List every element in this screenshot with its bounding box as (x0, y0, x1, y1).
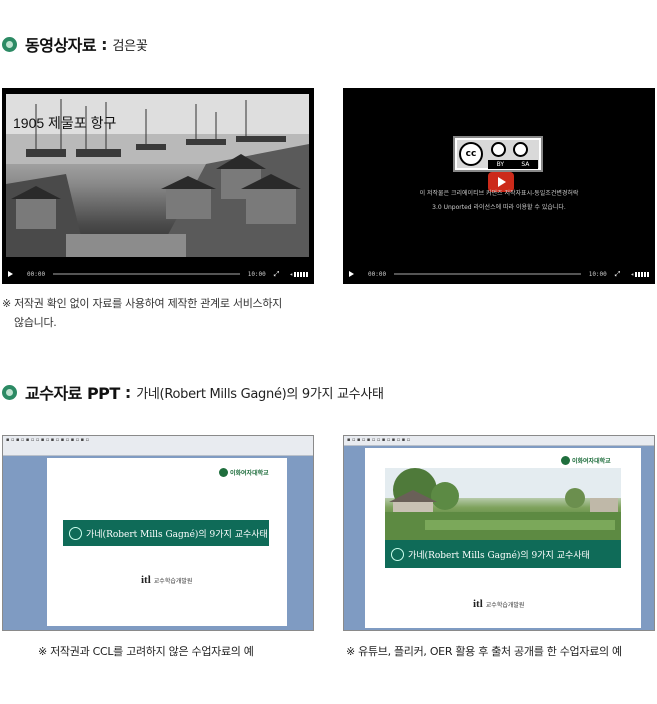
video-player-historic[interactable]: 1905 제물포 항구 00:00 10:00 ⤢ ◂ (2, 88, 314, 284)
slide-canvas: 이화여자대학교 가네(Robert Mills Gagné)의 9가지 교수사태… (47, 458, 287, 626)
ewha-emblem-icon (219, 468, 228, 477)
harbor-photo: 1905 제물포 항구 (6, 94, 309, 257)
note-line-1: ※ 저작권 확인 없이 자료를 사용하여 제작한 관계로 서비스하지 (2, 297, 282, 310)
garden-illustration (385, 468, 621, 540)
section-colon: : (101, 34, 108, 54)
emblem-icon (69, 526, 82, 540)
section-subtitle: 검은꽃 (112, 38, 148, 54)
note-line-2: 않습니다. (14, 316, 57, 329)
itl-mark: itl (141, 574, 151, 586)
license-text-line1: 이 저작물은 크리에이티브 커먼즈 저작자표시-동일조건변경허락 (419, 190, 579, 197)
video-controls: 00:00 10:00 ⤢ ◂ (2, 264, 314, 284)
cc-by-sa-label: BY SA (488, 160, 538, 169)
ewha-logo-text: 이화여자대학교 (572, 458, 611, 465)
video-caption: 1905 제물포 항구 (13, 115, 117, 131)
fullscreen-icon[interactable]: ⤢ (615, 270, 621, 279)
cc-license-badge: cc BY SA (453, 136, 543, 172)
ewha-logo: 이화여자대학교 (561, 456, 611, 465)
time-total: 10:00 (588, 270, 607, 278)
itl-name: 교수학습개발원 (485, 601, 525, 609)
progress-track[interactable] (394, 273, 581, 275)
play-icon[interactable] (349, 271, 354, 277)
slide-canvas: 이화여자대학교 가네(Robert Mills Gagné)의 9가지 교수사태… (365, 448, 641, 628)
caption-left: ※ 저작권과 CCL를 고려하지 않은 수업자료의 예 (38, 645, 254, 658)
video-player-cc[interactable]: cc BY SA 이 저작물은 크리에이티브 커먼즈 저작자표시-동일조건변경허… (343, 88, 655, 284)
time-total: 10:00 (247, 270, 266, 278)
section-title-video: 동영상자료 : 검은꽃 (2, 32, 148, 56)
progress-track[interactable] (53, 273, 240, 275)
play-icon[interactable] (8, 271, 13, 277)
itl-logo: itl 교수학습개발원 (473, 598, 524, 610)
ppt-screenshot-left: ▪ ▫ ▪ ▫ ▪ ▫ ▫ ▪ ▫ ▪ ▫ ▪ ▫ ▪ ▫ ▪ ▫ 이화여자대학… (2, 435, 314, 631)
sa-share-icon (513, 142, 528, 157)
campus-garden-photo (385, 468, 621, 540)
itl-logo: itl 교수학습개발원 (141, 574, 192, 586)
time-current: 00:00 (368, 270, 387, 278)
cc-sa-text: SA (521, 161, 530, 168)
section-bullet-icon (2, 384, 17, 400)
ppt-toolbar: ▪ ▫ ▪ ▫ ▪ ▫ ▫ ▪ ▫ ▪ ▫ ▪ ▫ ▪ ▫ ▪ ▫ (3, 436, 313, 456)
ewha-logo-text: 이화여자대학교 (230, 470, 269, 477)
slide-title-banner: 가네(Robert Mills Gagné)의 9가지 교수사태 (63, 520, 269, 546)
ewha-emblem-icon (561, 456, 570, 465)
emblem-icon (391, 547, 404, 561)
section-bullet-icon (2, 36, 17, 52)
section-subtitle: 가네(Robert Mills Gagné)의 9가지 교수사태 (136, 386, 384, 402)
banner-text: 가네(Robert Mills Gagné)의 9가지 교수사태 (408, 550, 590, 561)
section-heading: 동영상자료 (25, 36, 97, 55)
time-current: 00:00 (27, 270, 46, 278)
ewha-logo: 이화여자대학교 (219, 468, 269, 477)
volume-icon[interactable]: ◂ (630, 271, 649, 278)
section-colon: : (124, 382, 132, 402)
ppt-screenshot-right: ▪ ▫ ▪ ▫ ▪ ▫ ▫ ▪ ▫ ▪ ▫ ▪ ▫ 이화여자대학교 가네(Rob… (343, 435, 655, 631)
section-title-ppt: 교수자료 PPT : 가네(Robert Mills Gagné)의 9가지 교… (2, 380, 384, 404)
video-controls: 00:00 10:00 ⤢ ◂ (343, 264, 655, 284)
itl-name: 교수학습개발원 (153, 577, 193, 585)
volume-icon[interactable]: ◂ (289, 271, 308, 278)
copyright-note: ※ 저작권 확인 없이 자료를 사용하여 제작한 관계로 서비스하지 않습니다. (2, 294, 282, 332)
caption-right: ※ 유튜브, 플리커, OER 활용 후 출처 공개를 한 수업자료의 예 (346, 645, 622, 658)
ppt-toolbar: ▪ ▫ ▪ ▫ ▪ ▫ ▫ ▪ ▫ ▪ ▫ ▪ ▫ (344, 436, 654, 446)
section-heading: 교수자료 PPT (25, 384, 120, 403)
fullscreen-icon[interactable]: ⤢ (274, 270, 280, 279)
banner-text: 가네(Robert Mills Gagné)의 9가지 교수사태 (86, 529, 268, 540)
slide-title-banner: 가네(Robert Mills Gagné)의 9가지 교수사태 (385, 540, 621, 568)
cc-logo-icon: cc (459, 142, 483, 166)
license-text-line2: 3.0 Unported 라이선스에 따라 이용할 수 있습니다. (432, 204, 566, 211)
itl-mark: itl (473, 598, 483, 610)
cc-by-text: BY (496, 161, 505, 168)
by-person-icon (491, 142, 506, 157)
